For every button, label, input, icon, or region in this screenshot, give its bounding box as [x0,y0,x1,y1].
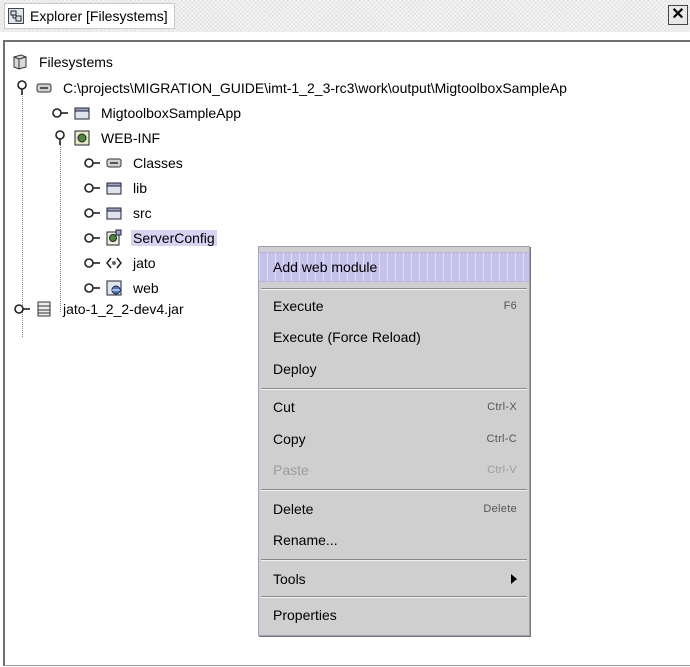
menu-item-label: Execute [273,298,324,314]
menu-item-label: Deploy [273,361,317,377]
menu-item-label: Add web module [273,259,378,275]
menu-separator [261,559,527,561]
menu-item-label: Delete [273,501,314,517]
title-tab[interactable]: Explorer [Filesystems] [4,3,175,29]
menu-item-cut[interactable]: Cut Ctrl-X [259,392,529,422]
web-folder-icon [105,279,123,297]
menu-item-add-web-module[interactable]: Add web module [259,252,529,282]
menu-separator [261,288,527,290]
menu-item-label: Tools [273,571,306,587]
tree-node-label: jato-1_2_2-dev4.jar [63,301,184,317]
menu-item-label: Copy [273,431,306,447]
title-bar: Explorer [Filesystems] ✕ [0,0,690,32]
tree-node-src[interactable]: src [83,201,152,225]
menu-item-paste[interactable]: Paste Ctrl-V [259,455,529,485]
tree-node-label: src [133,205,152,221]
window-title: Explorer [Filesystems] [30,8,168,24]
menu-shortcut: Ctrl-X [487,401,517,413]
menu-item-rename[interactable]: Rename... [259,525,529,555]
collapsed-handle-icon[interactable] [83,254,101,272]
jar-archive-icon [35,300,53,318]
menu-item-label: Properties [273,607,337,623]
menu-item-label: Cut [273,399,295,415]
tree-node-label: Classes [133,155,183,171]
tree-guide-line [60,142,61,312]
tree-node-serverconfig[interactable]: ServerConfig [83,226,217,250]
folder-icon [73,104,91,122]
menu-item-execute-force-reload[interactable]: Execute (Force Reload) [259,322,529,352]
drive-icon [105,154,123,172]
collapsed-handle-icon[interactable] [83,179,101,197]
menu-separator [261,489,527,491]
package-icon [105,254,123,272]
collapsed-handle-icon[interactable] [83,154,101,172]
close-button[interactable]: ✕ [668,5,688,25]
menu-separator [261,596,527,598]
tree-node-classes[interactable]: Classes [83,151,183,175]
menu-shortcut: Ctrl-C [486,433,517,445]
folder-icon [105,204,123,222]
tree-node-label: web [133,280,159,296]
explorer-window-icon [8,8,24,24]
menu-item-label: Rename... [273,532,338,548]
tree-node-label: Filesystems [39,54,113,70]
menu-shortcut: F6 [503,300,517,312]
tree-node-jato[interactable]: jato [83,251,156,275]
menu-separator [261,388,527,390]
collapsed-handle-icon[interactable] [83,279,101,297]
menu-shortcut: Delete [483,503,517,515]
tree-node-label: MigtoolboxSampleApp [101,105,242,121]
menu-shortcut: Ctrl-V [487,464,517,476]
menu-item-execute[interactable]: Execute F6 [259,291,529,321]
menu-item-copy[interactable]: Copy Ctrl-C [259,424,529,454]
tree-node-label: C:\projects\MIGRATION_GUIDE\imt-1_2_3-rc… [63,80,567,96]
close-icon: ✕ [671,6,685,23]
tree-node-label: ServerConfig [131,230,217,246]
tree-node-mount[interactable]: C:\projects\MIGRATION_GUIDE\imt-1_2_3-rc… [13,76,567,100]
expanded-handle-icon[interactable] [13,79,31,97]
tree-node-lib[interactable]: lib [83,176,147,200]
tree-node-label: jato [133,255,156,271]
collapsed-handle-icon[interactable] [51,104,69,122]
menu-item-label: Execute (Force Reload) [273,329,421,345]
folder-icon [105,179,123,197]
web-module-icon [73,129,91,147]
context-menu: Add web module Execute F6 Execute (Force… [258,246,530,636]
menu-item-delete[interactable]: Delete Delete [259,494,529,524]
menu-item-tools[interactable]: Tools [259,564,529,594]
filesystems-icon [11,53,29,71]
expanded-handle-icon[interactable] [51,129,69,147]
tree-node-label: lib [133,180,148,196]
tree-node-jar[interactable]: jato-1_2_2-dev4.jar [13,297,184,321]
collapsed-handle-icon[interactable] [83,204,101,222]
collapsed-handle-icon[interactable] [83,229,101,247]
tree-node-web-inf[interactable]: WEB-INF [51,126,160,150]
tree-node-label: WEB-INF [101,130,161,146]
drive-icon [35,79,53,97]
tree-node-app[interactable]: MigtoolboxSampleApp [51,101,241,125]
collapsed-handle-icon[interactable] [13,300,31,318]
server-config-icon [105,229,123,247]
submenu-arrow-icon [511,574,517,584]
tree-node-filesystems[interactable]: Filesystems [11,50,113,74]
menu-item-deploy[interactable]: Deploy [259,354,529,384]
menu-item-properties[interactable]: Properties [259,600,529,630]
menu-item-label: Paste [273,462,309,478]
